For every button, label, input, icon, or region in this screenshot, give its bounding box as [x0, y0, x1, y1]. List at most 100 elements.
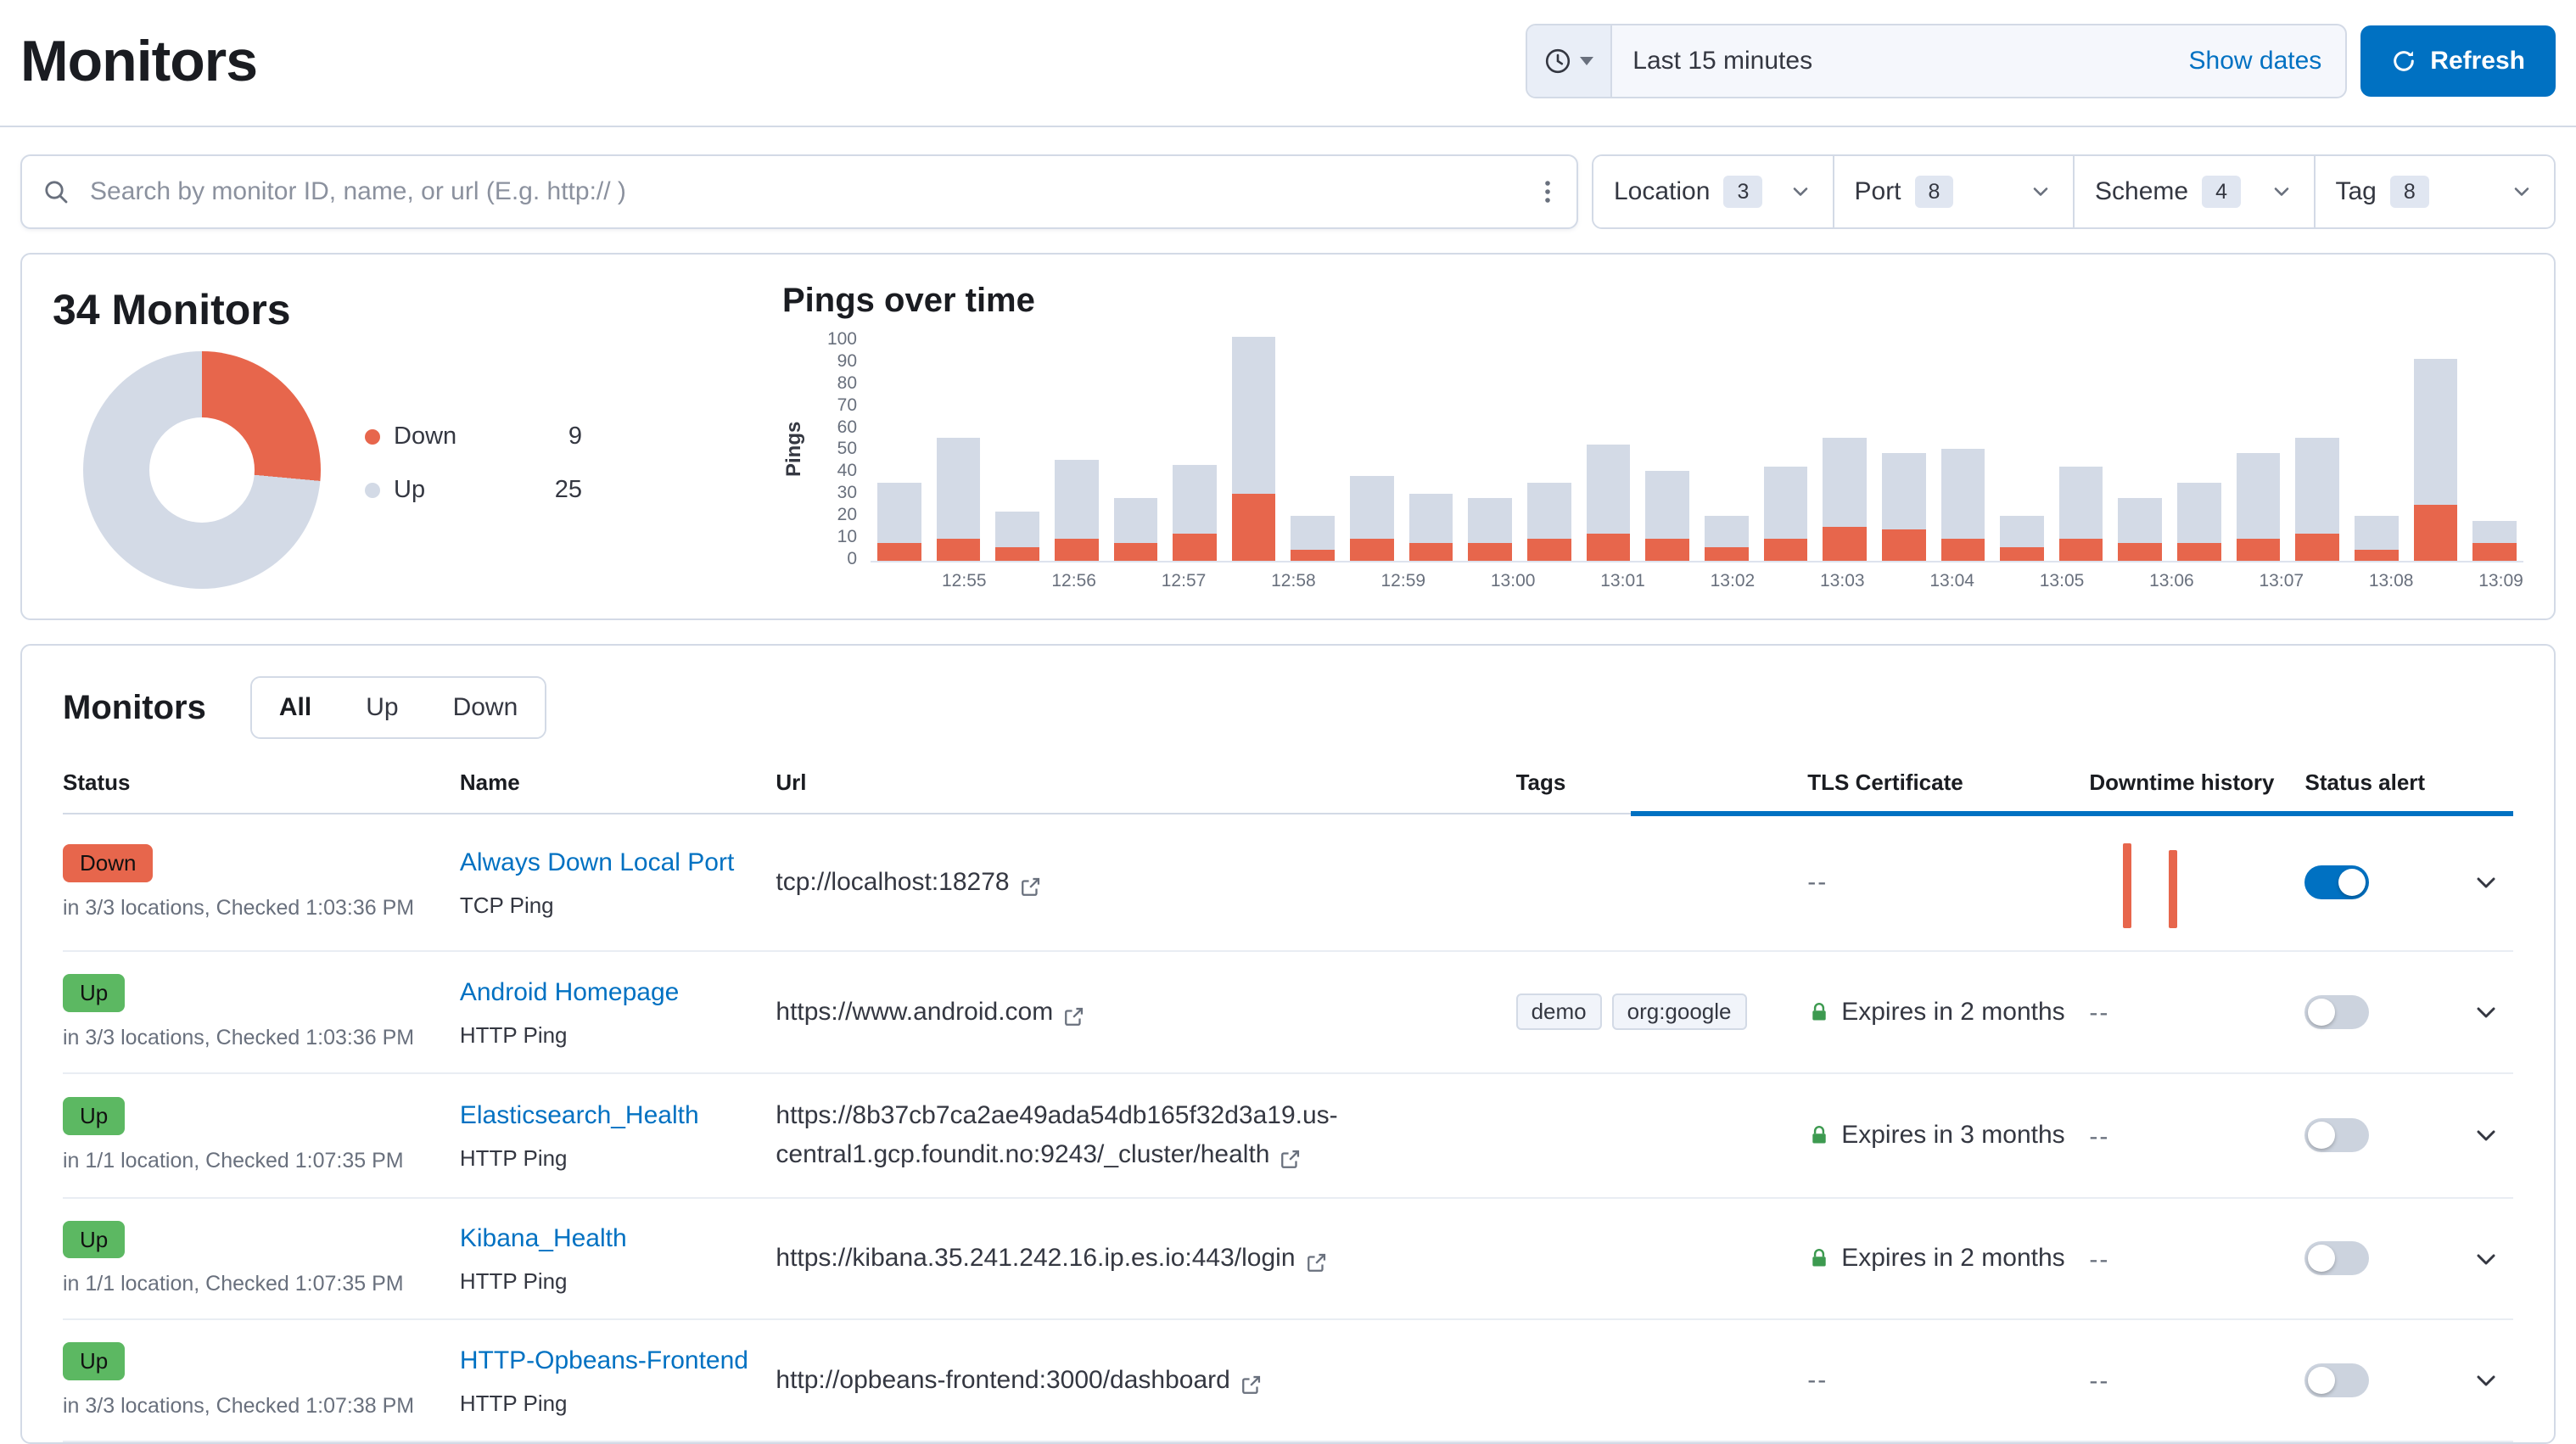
downtime-history-chart	[2089, 837, 2304, 928]
y-tick-label: 10	[813, 528, 857, 546]
legend-label: Up	[394, 476, 425, 504]
monitor-url: http://opbeans-frontend:3000/dashboard	[776, 1366, 1229, 1394]
search-box[interactable]	[20, 154, 1578, 229]
ping-bar	[1823, 337, 1867, 561]
x-tick-label: 13:09	[2478, 571, 2523, 591]
toggle-knob	[2308, 999, 2335, 1026]
external-link-icon[interactable]	[1306, 1251, 1328, 1273]
ping-bar	[2414, 337, 2458, 561]
chevron-down-icon	[2270, 180, 2293, 204]
monitor-name-link[interactable]: Elasticsearch_Health	[460, 1101, 699, 1129]
x-tick-label: 13:02	[1711, 571, 1756, 591]
expand-row-button[interactable]	[2466, 1359, 2506, 1401]
chevron-down-icon	[2510, 180, 2534, 204]
status-alert-toggle[interactable]	[2304, 995, 2369, 1029]
expand-row-button[interactable]	[2466, 991, 2506, 1033]
chevron-down-icon	[2472, 1245, 2500, 1273]
lock-icon	[1807, 1000, 1831, 1024]
ping-type: TCP Ping	[460, 893, 776, 919]
tag-badge[interactable]: demo	[1516, 993, 1602, 1030]
pings-y-axis: 1009080706050403020100	[813, 330, 857, 568]
monitor-name-link[interactable]: Kibana_Health	[460, 1224, 627, 1252]
x-tick-label: 13:03	[1820, 571, 1865, 591]
ping-bar	[1409, 337, 1453, 561]
tls-value: Expires in 2 months	[1841, 1244, 2064, 1273]
refresh-icon	[2391, 48, 2416, 74]
date-picker-value[interactable]: Last 15 minutes	[1612, 47, 1812, 76]
toggle-knob	[2308, 1367, 2335, 1394]
table-row: Down in 3/3 locations, Checked 1:03:36 P…	[63, 814, 2513, 952]
pings-bar-plot	[871, 337, 2523, 562]
table-row: Up in 3/3 locations, Checked 1:07:38 PM …	[63, 1320, 2513, 1442]
date-picker-quick-menu-button[interactable]	[1527, 25, 1612, 97]
filter-scheme[interactable]: Scheme 4	[2073, 156, 2314, 227]
tab-up[interactable]: Up	[339, 678, 425, 737]
table-header-accent	[1631, 811, 2513, 816]
lock-icon	[1807, 1246, 1831, 1270]
chevron-down-icon	[2472, 869, 2500, 896]
pings-over-time: Pings over time Pings 100908070605040302…	[782, 278, 2523, 591]
monitor-name-link[interactable]: Always Down Local Port	[460, 848, 734, 876]
filter-label: Port	[1855, 177, 1901, 206]
ping-bar	[2118, 337, 2162, 561]
chevron-down-icon	[2472, 1122, 2500, 1149]
status-alert-toggle[interactable]	[2304, 1241, 2369, 1275]
header-controls: Last 15 minutes Show dates Refresh	[1526, 24, 2556, 98]
y-tick-label: 60	[813, 418, 857, 436]
show-dates-button[interactable]: Show dates	[2179, 45, 2346, 77]
expand-row-button[interactable]	[2466, 1238, 2506, 1279]
x-tick-label: 12:57	[1162, 571, 1207, 591]
refresh-button[interactable]: Refresh	[2360, 25, 2556, 97]
tls-value: Expires in 2 months	[1841, 998, 2064, 1027]
monitors-count-title: 34 Monitors	[53, 285, 731, 334]
status-alert-toggle[interactable]	[2304, 1118, 2369, 1152]
monitor-name-link[interactable]: Android Homepage	[460, 978, 680, 1006]
status-alert-toggle[interactable]	[2304, 865, 2369, 899]
tab-down[interactable]: Down	[426, 678, 546, 737]
external-link-icon[interactable]	[1063, 1005, 1085, 1027]
monitor-name-link[interactable]: HTTP-Opbeans-Frontend	[460, 1346, 748, 1374]
status-alert-toggle[interactable]	[2304, 1363, 2369, 1397]
lock-icon	[1807, 1123, 1831, 1147]
tls-value: --	[1807, 1366, 1828, 1395]
filter-tag[interactable]: Tag 8	[2314, 156, 2555, 227]
ping-type: HTTP Ping	[460, 1268, 776, 1295]
ping-bar	[2355, 337, 2399, 561]
external-link-icon[interactable]	[1240, 1374, 1263, 1396]
y-tick-label: 90	[813, 352, 857, 370]
ping-bar	[2177, 337, 2221, 561]
ping-bar	[1114, 337, 1158, 561]
y-tick-label: 0	[813, 550, 857, 568]
x-tick-label: 13:07	[2260, 571, 2304, 591]
expand-row-button[interactable]	[2466, 862, 2506, 904]
chevron-down-icon	[1789, 180, 1812, 204]
monitors-table: Status Name Url Tags TLS Certificate Dow…	[63, 770, 2513, 1442]
query-options-icon[interactable]	[1536, 178, 1560, 205]
filter-location[interactable]: Location 3	[1593, 156, 1833, 227]
ping-type: HTTP Ping	[460, 1022, 776, 1049]
y-tick-label: 40	[813, 462, 857, 479]
chevron-down-icon	[2029, 180, 2052, 204]
filter-label: Scheme	[2095, 177, 2188, 206]
filter-port[interactable]: Port 8	[1833, 156, 2074, 227]
x-tick-label: 13:01	[1600, 571, 1645, 591]
tag-badge[interactable]: org:google	[1612, 993, 1747, 1030]
monitors-list-title: Monitors	[63, 689, 206, 727]
ping-bar	[2237, 337, 2281, 561]
ping-bar	[2059, 337, 2103, 561]
status-detail: in 3/3 locations, Checked 1:03:36 PM	[63, 1026, 460, 1050]
external-link-icon[interactable]	[1280, 1148, 1302, 1170]
external-link-icon[interactable]	[1020, 876, 1042, 898]
col-url: Url	[776, 770, 1515, 796]
expand-row-button[interactable]	[2466, 1115, 2506, 1156]
monitors-summary: 34 Monitors Down 9 Up 25	[53, 278, 731, 591]
filter-count-badge: 3	[1723, 176, 1762, 208]
search-input[interactable]	[87, 176, 1536, 208]
tab-all[interactable]: All	[252, 678, 339, 737]
ping-type: HTTP Ping	[460, 1145, 776, 1172]
toggle-knob	[2308, 1122, 2335, 1149]
date-picker[interactable]: Last 15 minutes Show dates	[1526, 24, 2347, 98]
chevron-down-icon	[2472, 1367, 2500, 1394]
ping-bar	[995, 337, 1039, 561]
monitors-donut-chart	[83, 351, 321, 589]
